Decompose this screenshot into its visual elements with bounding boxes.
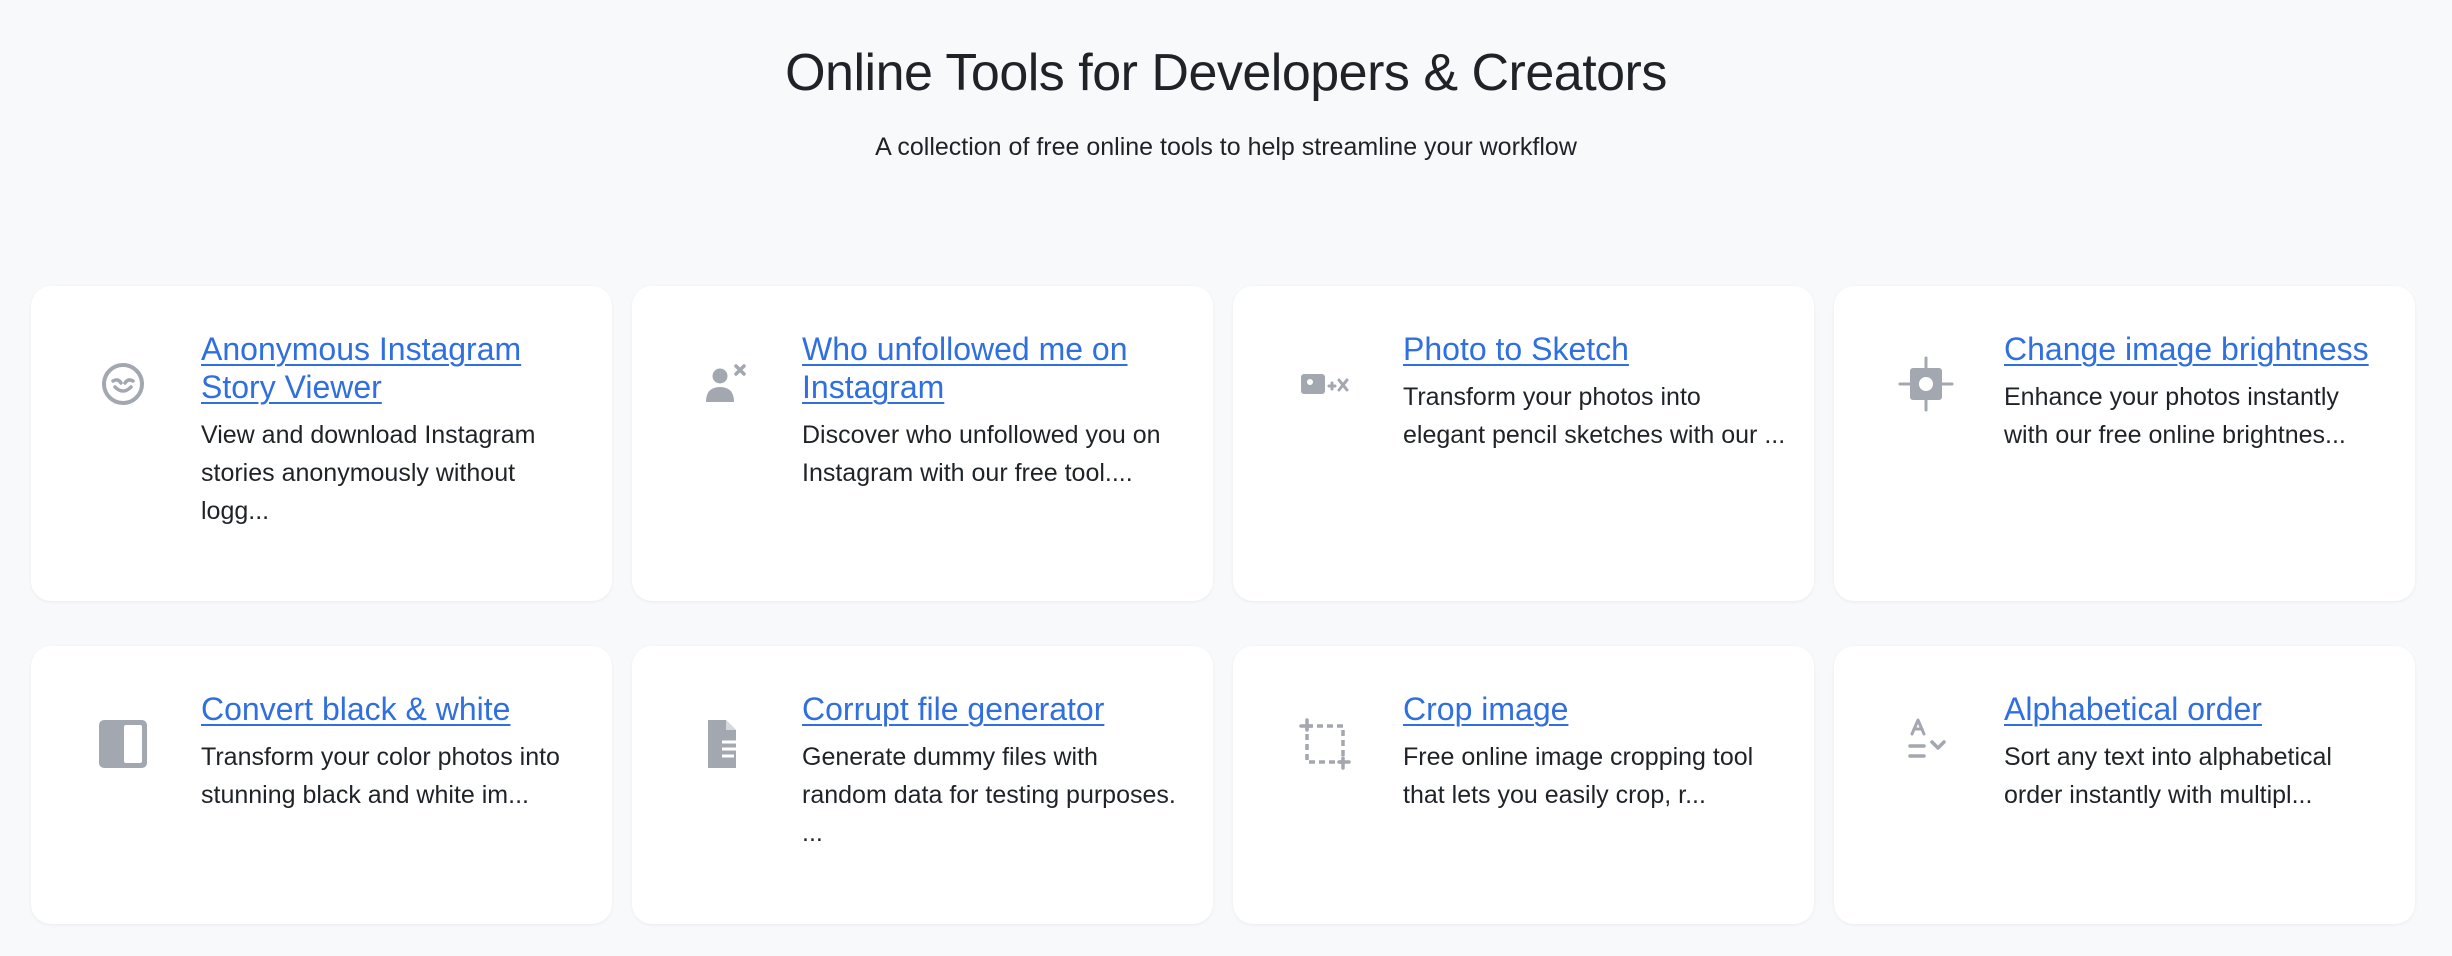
tool-description: Generate dummy files with random data fo… xyxy=(802,743,1176,847)
tool-title-link[interactable]: Convert black & white xyxy=(201,690,584,728)
tools-grid: Anonymous Instagram Story Viewer View an… xyxy=(31,286,2415,924)
tool-title-link[interactable]: Change image brightness xyxy=(2004,330,2387,368)
anonymous-face-icon xyxy=(95,356,151,412)
tool-title-link[interactable]: Crop image xyxy=(1403,690,1786,728)
tool-description: Transform your color photos into stunnin… xyxy=(201,743,560,809)
tool-card[interactable]: Alphabetical order Sort any text into al… xyxy=(1834,646,2415,924)
tool-title-link[interactable]: Corrupt file generator xyxy=(802,690,1185,728)
tool-description: Discover who unfollowed you on Instagram… xyxy=(802,421,1161,487)
tool-card[interactable]: Corrupt file generator Generate dummy fi… xyxy=(632,646,1213,924)
tool-title-link[interactable]: Anonymous Instagram Story Viewer xyxy=(201,330,584,406)
tool-description: Free online image cropping tool that let… xyxy=(1403,743,1754,809)
tool-title-link[interactable]: Photo to Sketch xyxy=(1403,330,1786,368)
sort-alpha-icon xyxy=(1898,716,1954,772)
brightness-icon xyxy=(1898,356,1954,412)
tool-card[interactable]: Crop image Free online image cropping to… xyxy=(1233,646,1814,924)
tool-card[interactable]: Anonymous Instagram Story Viewer View an… xyxy=(31,286,612,601)
page: Online Tools for Developers & Creators A… xyxy=(0,0,2452,956)
tool-card[interactable]: Change image brightness Enhance your pho… xyxy=(1834,286,2415,601)
tool-card[interactable]: Convert black & white Transform your col… xyxy=(31,646,612,924)
tool-card[interactable]: Photo to Sketch Transform your photos in… xyxy=(1233,286,1814,601)
tool-description: Sort any text into alphabetical order in… xyxy=(2004,743,2332,809)
contrast-icon xyxy=(95,716,151,772)
tool-title-link[interactable]: Alphabetical order xyxy=(2004,690,2387,728)
user-remove-icon xyxy=(696,356,752,412)
file-icon xyxy=(696,716,752,772)
tool-card[interactable]: Who unfollowed me on Instagram Discover … xyxy=(632,286,1213,601)
page-title: Online Tools for Developers & Creators xyxy=(785,44,1667,102)
crop-icon xyxy=(1297,716,1353,772)
tool-description: View and download Instagram stories anon… xyxy=(201,421,536,525)
page-subtitle: A collection of free online tools to hel… xyxy=(875,133,1577,161)
tool-title-link[interactable]: Who unfollowed me on Instagram xyxy=(802,330,1185,406)
photo-transform-icon xyxy=(1297,356,1353,412)
tool-description: Enhance your photos instantly with our f… xyxy=(2004,383,2346,449)
tool-description: Transform your photos into elegant penci… xyxy=(1403,383,1786,449)
